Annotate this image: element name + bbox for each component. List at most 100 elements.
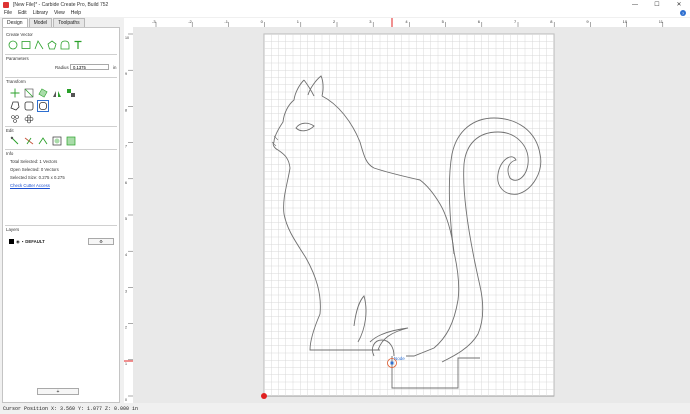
window-title: [New File]* - Carbide Create Pro, Build … bbox=[13, 1, 109, 8]
curve-shape-icon bbox=[60, 40, 70, 50]
layer-color-swatch[interactable] bbox=[9, 239, 14, 244]
cursor-position: Cursor Position X: 3.560 Y: 1.077 Z: 0.0… bbox=[3, 405, 139, 412]
status-bar: Cursor Position X: 3.560 Y: 1.077 Z: 0.0… bbox=[0, 403, 690, 414]
polyline-tool[interactable] bbox=[34, 40, 44, 50]
polygon-icon bbox=[47, 40, 57, 50]
polyline-icon bbox=[34, 40, 44, 50]
selected-node-handle[interactable] bbox=[390, 361, 394, 365]
section-parameters: Parameters bbox=[6, 56, 29, 61]
menu-bar: File Edit Library View Help ? bbox=[0, 9, 690, 17]
gear-icon: ⚙ bbox=[99, 239, 103, 244]
rotate-tool[interactable] bbox=[38, 88, 48, 98]
menu-view[interactable]: View bbox=[54, 10, 65, 16]
tab-model[interactable]: Model bbox=[28, 18, 53, 27]
menu-help[interactable]: Help bbox=[71, 10, 81, 16]
fillet-tool[interactable] bbox=[24, 101, 34, 111]
ruler-label: 3 bbox=[125, 289, 127, 293]
circle-tool[interactable] bbox=[8, 40, 18, 50]
menu-file[interactable]: File bbox=[4, 10, 12, 16]
ruler-label: 5 bbox=[125, 217, 127, 221]
section-transform: Transform bbox=[6, 79, 26, 84]
ruler-label: 1 bbox=[125, 362, 127, 366]
polygon-tool[interactable] bbox=[47, 40, 57, 50]
title-bar: [New File]* - Carbide Create Pro, Build … bbox=[0, 0, 690, 9]
node-edit-tool[interactable] bbox=[10, 136, 20, 146]
design-panel: Design Model Toolpaths Create Vector Par… bbox=[2, 18, 120, 403]
check-cutter-access-link[interactable]: Check Cutter Access bbox=[10, 183, 50, 188]
tab-toolpaths[interactable]: Toolpaths bbox=[53, 18, 85, 27]
ruler-label: 7 bbox=[125, 145, 127, 149]
mirror-tool[interactable] bbox=[52, 88, 62, 98]
canvas-svg[interactable]: -3 -2 -1 0 1 2 3 4 5 6 7 8 9 10 11 109876543210 Node bbox=[124, 18, 690, 403]
trim-tool[interactable] bbox=[24, 136, 34, 146]
close-button[interactable]: ✕ bbox=[668, 0, 690, 9]
text-icon bbox=[74, 40, 82, 49]
align-icon bbox=[67, 89, 75, 97]
corner-icon bbox=[39, 102, 47, 110]
circle-icon bbox=[8, 40, 18, 50]
node-label: Node bbox=[394, 356, 405, 361]
offset-icon bbox=[10, 101, 20, 111]
move-tool[interactable] bbox=[10, 88, 20, 98]
grid bbox=[263, 33, 555, 396]
ruler-label: 0 bbox=[125, 398, 127, 402]
selected-size: Selected Size: 0.275 x 0.275 bbox=[10, 175, 65, 180]
panel-body: Create Vector Parameters Radius in Trans… bbox=[2, 27, 120, 403]
radius-input[interactable] bbox=[70, 64, 109, 70]
open-selected: Open Selected: 0 Vectors bbox=[10, 167, 59, 172]
divider bbox=[5, 126, 117, 127]
scale-tool[interactable] bbox=[24, 88, 34, 98]
mirror-icon bbox=[53, 91, 61, 97]
maximize-button[interactable]: ☐ bbox=[646, 0, 668, 9]
eye-icon[interactable]: ◉ bbox=[16, 239, 20, 245]
offset-tool[interactable] bbox=[10, 101, 20, 111]
circular-array-icon bbox=[11, 115, 19, 123]
circular-array-tool[interactable] bbox=[10, 114, 20, 124]
rectangle-icon bbox=[21, 41, 31, 49]
origin-icon bbox=[261, 393, 267, 399]
join-tool[interactable] bbox=[38, 136, 48, 146]
radius-label: Radius bbox=[55, 65, 69, 70]
section-info: Info bbox=[6, 151, 14, 156]
layer-row[interactable]: ◉ ▪ DEFAULT ⚙ bbox=[9, 238, 117, 245]
text-tool[interactable] bbox=[73, 40, 83, 50]
align-tool[interactable] bbox=[66, 88, 76, 98]
ruler-label: 10 bbox=[125, 36, 129, 40]
mode-tabs: Design Model Toolpaths bbox=[2, 18, 120, 27]
ruler-label: 2 bbox=[125, 326, 127, 330]
divider bbox=[5, 77, 117, 78]
trim-icon bbox=[24, 137, 34, 145]
divider bbox=[5, 225, 117, 226]
scale-icon bbox=[24, 88, 34, 98]
minimize-button[interactable]: — bbox=[624, 0, 646, 9]
ruler-label: 4 bbox=[125, 253, 127, 257]
node-edit-icon bbox=[10, 136, 19, 145]
ruler-label: 8 bbox=[125, 108, 127, 112]
window-controls: — ☐ ✕ bbox=[624, 0, 690, 9]
corner-tool[interactable] bbox=[37, 100, 49, 112]
tab-design[interactable]: Design bbox=[2, 18, 28, 27]
weld-tool[interactable] bbox=[66, 136, 76, 146]
total-selected: Total Selected: 1 Vectors bbox=[10, 159, 58, 164]
design-canvas[interactable]: -3 -2 -1 0 1 2 3 4 5 6 7 8 9 10 11 10 9 8 7 6 5 4 3 2 1 0 Node bbox=[124, 18, 690, 403]
add-layer-button[interactable]: + bbox=[37, 388, 79, 395]
layer-settings-button[interactable]: ⚙ bbox=[88, 238, 114, 245]
app-window: [New File]* - Carbide Create Pro, Build … bbox=[0, 0, 690, 414]
divider bbox=[5, 149, 117, 150]
radius-unit: in bbox=[113, 65, 117, 70]
ruler-label: 6 bbox=[125, 181, 127, 185]
rectangle-tool[interactable] bbox=[21, 40, 31, 50]
boolean-tool[interactable] bbox=[52, 136, 62, 146]
app-logo-icon bbox=[3, 1, 9, 8]
rotate-icon bbox=[38, 88, 48, 98]
section-create-vector: Create Vector bbox=[6, 32, 33, 37]
layer-name: DEFAULT bbox=[25, 239, 45, 244]
menu-library[interactable]: Library bbox=[33, 10, 48, 16]
lock-icon[interactable]: ▪ bbox=[22, 239, 24, 244]
menu-edit[interactable]: Edit bbox=[18, 10, 27, 16]
help-icon[interactable]: ? bbox=[680, 10, 686, 16]
curve-tool[interactable] bbox=[60, 40, 70, 50]
linear-array-tool[interactable] bbox=[24, 114, 34, 124]
linear-array-icon bbox=[24, 114, 34, 124]
weld-icon bbox=[66, 136, 76, 146]
